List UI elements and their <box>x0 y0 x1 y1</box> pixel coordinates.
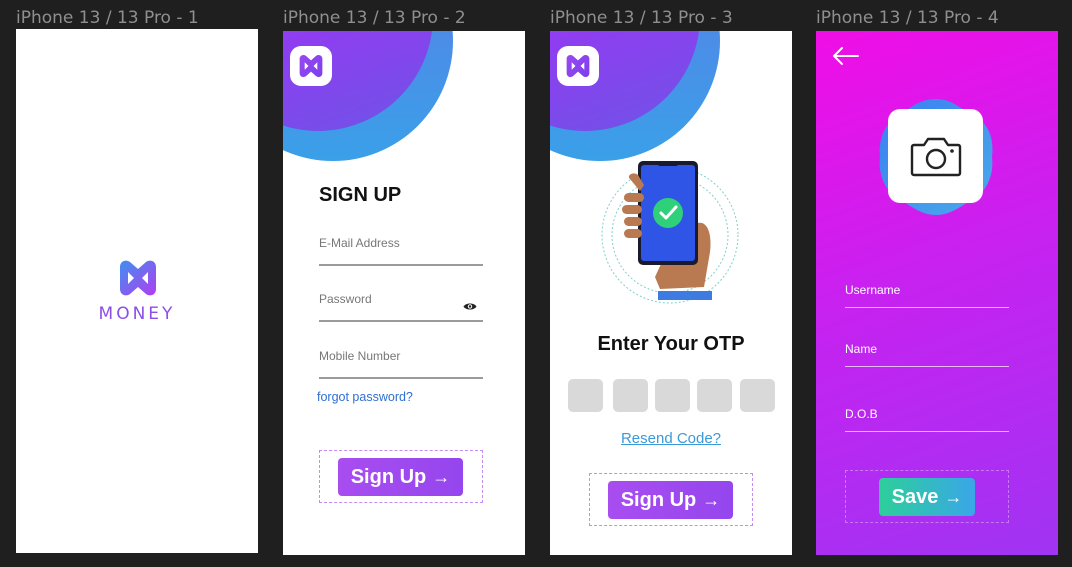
dob-placeholder: D.O.B <box>845 407 878 421</box>
frame-label-4: iPhone 13 / 13 Pro - 4 <box>816 8 999 28</box>
email-field[interactable]: E-Mail Address <box>319 230 483 266</box>
profile-photo-picker[interactable] <box>888 109 983 203</box>
signup-title: SIGN UP <box>319 184 402 206</box>
name-placeholder: Name <box>845 342 878 356</box>
otp-signup-button-label: Sign Up <box>620 488 697 511</box>
otp-digit-3[interactable] <box>655 379 690 412</box>
otp-signup-button[interactable]: Sign Up → <box>608 481 733 519</box>
password-placeholder: Password <box>319 292 372 306</box>
arrow-right-icon: → <box>944 486 963 507</box>
mobile-placeholder: Mobile Number <box>319 349 401 363</box>
frame-label-2: iPhone 13 / 13 Pro - 2 <box>283 8 466 28</box>
otp-digit-1[interactable] <box>568 379 603 412</box>
username-placeholder: Username <box>845 283 901 297</box>
profile-screen: Username Name D.O.B Save → <box>816 31 1058 555</box>
camera-icon <box>910 137 962 177</box>
forgot-password-link[interactable]: forgot password? <box>317 390 413 404</box>
signup-screen: SIGN UP E-Mail Address Password Mobile N… <box>283 31 525 555</box>
app-logo-badge <box>290 46 332 86</box>
eye-icon[interactable] <box>463 302 477 311</box>
dob-field[interactable]: D.O.B <box>845 402 1009 432</box>
frame-label-3: iPhone 13 / 13 Pro - 3 <box>550 8 733 28</box>
m-logo-icon <box>299 55 323 77</box>
app-logo-badge <box>557 46 599 86</box>
arrow-right-icon: → <box>432 466 451 487</box>
splash-screen: MONEY <box>16 29 258 553</box>
m-logo-icon <box>120 260 156 296</box>
phone-check-icon <box>601 161 739 304</box>
save-button-label: Save <box>891 485 939 508</box>
design-canvas: iPhone 13 / 13 Pro - 1 iPhone 13 / 13 Pr… <box>0 0 1072 567</box>
brand-wordmark: MONEY <box>98 304 176 324</box>
otp-screen: Enter Your OTP Resend Code? Sign Up → <box>550 31 792 555</box>
password-field[interactable]: Password <box>319 286 483 322</box>
arrow-right-icon: → <box>702 489 721 510</box>
otp-digit-5[interactable] <box>740 379 775 412</box>
mobile-field[interactable]: Mobile Number <box>319 343 483 379</box>
signup-button-label: Sign Up <box>350 465 427 488</box>
save-button[interactable]: Save → <box>879 478 975 516</box>
m-logo-icon <box>566 55 590 77</box>
back-arrow-icon[interactable] <box>832 47 860 65</box>
username-field[interactable]: Username <box>845 278 1009 308</box>
signup-button[interactable]: Sign Up → <box>338 458 463 496</box>
otp-title: Enter Your OTP <box>597 333 745 355</box>
email-placeholder: E-Mail Address <box>319 236 400 250</box>
otp-digit-2[interactable] <box>613 379 648 412</box>
otp-digit-4[interactable] <box>697 379 732 412</box>
name-field[interactable]: Name <box>845 337 1009 367</box>
resend-code-link[interactable]: Resend Code? <box>550 430 792 447</box>
frame-label-1: iPhone 13 / 13 Pro - 1 <box>16 8 199 28</box>
